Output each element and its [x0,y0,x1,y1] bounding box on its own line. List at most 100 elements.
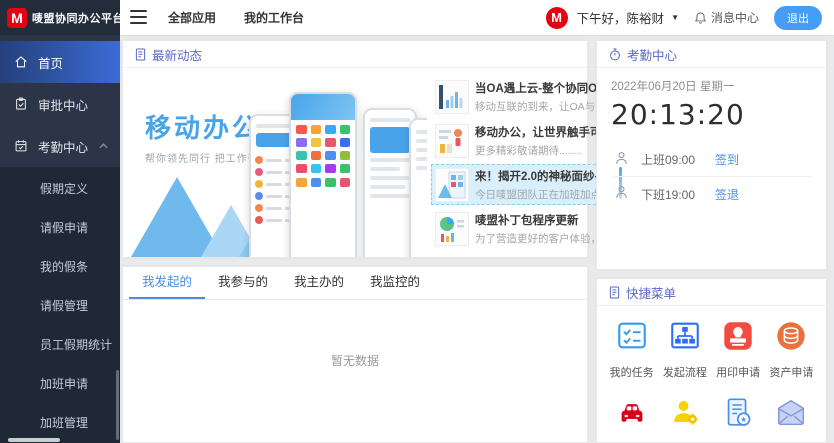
person-icon [614,151,629,171]
quick-item-new-mail[interactable]: 新建邮件 [765,396,818,443]
quick-menu-header: 快捷菜单 [597,279,826,306]
brand-title: 唛盟协同办公平台 [32,10,124,26]
panel-title: 最新动态 [152,45,202,64]
message-center-label: 消息中心 [711,9,759,26]
sidebar-subitem-leave-request[interactable]: 请假申请 [0,208,120,247]
quick-menu-grid: 我的任务 发起流程 [597,306,826,443]
news-thumbnail [435,168,469,202]
attendance-row-morning: 上班09:00 签到 [613,143,812,177]
new-mail-icon [774,396,808,430]
nav-all-apps[interactable]: 全部应用 [168,9,216,26]
news-title: 当OA遇上云-整个协同OA [475,80,606,96]
brand-logo-icon: M [7,8,27,28]
tab-monitored-by-me[interactable]: 我监控的 [357,267,433,299]
menu-toggle-icon[interactable] [130,10,147,24]
sidebar-item-attendance-center[interactable]: 考勤中心 [0,125,120,167]
sidebar-subitem-holiday-definition[interactable]: 假期定义 [0,169,120,208]
news-desc: 移动互联的到来，让OA与云 [475,99,606,114]
document-icon [135,48,146,61]
stopwatch-icon [609,48,621,61]
attendance-clock: 20:13:20 [611,98,812,131]
top-right-area: M 下午好，陈裕财 ▼ 消息中心 退出 [546,0,822,35]
news-item-selected[interactable]: 来！揭开2.0的神秘面纱- 今日唛盟团队正在加班加点， [431,164,616,205]
sidebar-item-label: 审批中心 [38,95,88,114]
sidebar-item-approval-center[interactable]: 审批中心 [0,83,120,125]
quick-item-my-tasks[interactable]: 我的任务 [605,319,658,380]
sidebar: 首页 审批中心 考勤中心 假期定义 [0,35,120,443]
news-desc: 更多精彩敬请期待........ [475,143,602,158]
attendance-submenu: 假期定义 请假申请 我的假条 请假管理 员工假期统计 加班申请 加班管理 [0,167,120,443]
my-processes-panel: 我发起的 我参与的 我主办的 我监控的 暂无数据 [122,266,588,443]
oa-dashboard: M 唛盟协同办公平台 全部应用 我的工作台 M 下午好，陈裕财 ▼ 消息中心 退… [0,0,834,443]
quick-item-seal-request[interactable]: 用印申请 [712,319,765,380]
sidebar-subitem-my-leave-notes[interactable]: 我的假条 [0,247,120,286]
shift-label: 下班19:00 [641,186,715,203]
new-contract-icon: ★ [721,396,755,430]
svg-text:★: ★ [740,415,747,424]
news-item[interactable]: 当OA遇上云-整个协同OA 移动互联的到来，让OA与云 [431,76,616,117]
sidebar-vertical-scrollbar[interactable] [116,370,119,440]
attendance-body: 2022年06月20日 星期一 20:13:20 上班09:00 签到 [597,68,826,211]
top-nav: 全部应用 我的工作台 [168,0,304,35]
sidebar-item-label: 考勤中心 [38,137,88,156]
sidebar-subitem-overtime-management[interactable]: 加班管理 [0,403,120,442]
tab-hosted-by-me[interactable]: 我主办的 [281,267,357,299]
sidebar-subitem-leave-management[interactable]: 请假管理 [0,286,120,325]
news-body: 移动办公 帮你领先同行 把工作带出办公室 [123,68,587,257]
sign-out-link[interactable]: 签退 [715,186,739,203]
news-desc: 今日唛盟团队正在加班加点， [475,187,612,202]
mobile-office-banner[interactable]: 移动办公 帮你领先同行 把工作带出办公室 [123,68,427,257]
sidebar-horizontal-scrollbar[interactable] [8,438,60,442]
shift-label: 上班09:00 [641,151,715,168]
quick-item-meeting-request[interactable]: 会议申请 [658,396,711,443]
phone-mockup [409,118,427,257]
tab-initiated-by-me[interactable]: 我发起的 [129,267,205,299]
process-tabs: 我发起的 我参与的 我主办的 我监控的 [123,267,587,300]
quick-item-car-request[interactable]: 用车申请 [605,396,658,443]
news-item[interactable]: 移动办公，让世界触手可 更多精彩敬请期待........ [431,120,616,161]
sidebar-item-home[interactable]: 首页 [0,41,120,83]
message-center[interactable]: 消息中心 [694,9,759,26]
car-request-icon [615,396,649,430]
sign-in-link[interactable]: 签到 [715,151,739,168]
logout-button[interactable]: 退出 [774,6,822,30]
banner-headline: 移动办公 [145,108,261,145]
news-list: 当OA遇上云-整个协同OA 移动互联的到来，让OA与云 移动办公，让世界触手可 … [427,68,622,257]
attendance-panel: 考勤中心 2022年06月20日 星期一 20:13:20 上班09:00 签到 [596,40,827,270]
document-icon [609,286,620,299]
seal-request-icon [721,319,755,353]
quick-item-asset-request[interactable]: 资产申请 [765,319,818,380]
news-title: 来！揭开2.0的神秘面纱- [475,168,612,184]
user-greeting[interactable]: 下午好，陈裕财 [577,8,665,27]
quick-item-label: 用印申请 [712,364,765,380]
news-desc: 为了营造更好的客户体验，唛 [475,231,612,246]
sidebar-subitem-overtime-request[interactable]: 加班申请 [0,364,120,403]
news-thumbnail [435,80,469,114]
asset-request-icon [774,319,808,353]
quick-item-label: 资产申请 [765,364,818,380]
attendance-header: 考勤中心 [597,41,826,68]
person-icon [614,185,629,205]
attendance-row-evening: 下班19:00 签退 [613,177,812,211]
quick-item-new-contract[interactable]: ★ 新建合同 [712,396,765,443]
chevron-down-icon[interactable]: ▼ [671,13,679,22]
chevron-up-icon[interactable] [99,143,108,149]
user-avatar[interactable]: M [546,7,568,29]
bell-icon [694,11,707,25]
start-flow-icon [668,319,702,353]
nav-my-workbench[interactable]: 我的工作台 [244,9,304,26]
sidebar-subitem-employee-leave-stats[interactable]: 员工假期统计 [0,325,120,364]
empty-state-text: 暂无数据 [123,352,587,369]
clipboard-icon [14,97,28,111]
news-item[interactable]: 唛盟补丁包程序更新 为了营造更好的客户体验，唛 [431,208,616,249]
top-header: M 唛盟协同办公平台 全部应用 我的工作台 M 下午好，陈裕财 ▼ 消息中心 退… [0,0,834,35]
calendar-icon [14,139,28,153]
quick-item-start-flow[interactable]: 发起流程 [658,319,711,380]
meeting-request-icon [668,396,702,430]
latest-news-panel: 最新动态 移动办公 帮你领先同行 把工作带出办公室 [122,40,588,258]
phone-mockup [289,92,357,257]
attendance-rows: 上班09:00 签到 下班19:00 签退 [611,143,812,211]
panel-title: 快捷菜单 [626,283,676,302]
tab-participated-by-me[interactable]: 我参与的 [205,267,281,299]
quick-item-label: 我的任务 [605,364,658,380]
